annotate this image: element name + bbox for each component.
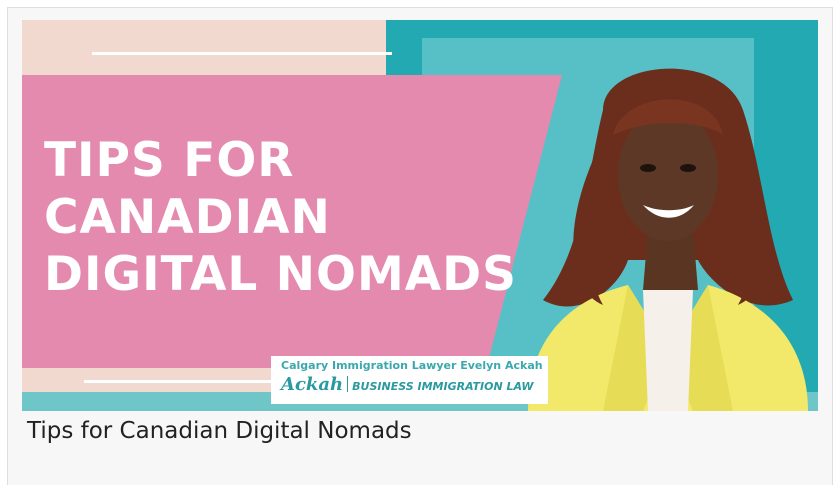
video-title[interactable]: Tips for Canadian Digital Nomads [27, 418, 412, 444]
badge-tagline: BUSINESS IMMIGRATION LAW [352, 380, 534, 393]
headline-line: TIPS FOR [44, 133, 295, 188]
ackah-logo: Ackah [281, 374, 344, 395]
badge-divider [347, 376, 349, 392]
badge-title: Calgary Immigration Lawyer Evelyn Ackah [281, 359, 543, 372]
video-thumbnail[interactable]: TIPS FOR CANADIAN DIGITAL NOMADS Calgary… [22, 20, 818, 411]
frame-line [92, 52, 392, 55]
headline-line: CANADIAN [44, 190, 331, 245]
badge-brand: Ackah BUSINESS IMMIGRATION LAW [281, 374, 540, 395]
headline-line: DIGITAL NOMADS [44, 247, 517, 302]
video-card[interactable]: TIPS FOR CANADIAN DIGITAL NOMADS Calgary… [7, 7, 833, 485]
presenter-photo [528, 68, 808, 411]
frame-line [84, 380, 279, 383]
lawyer-badge: Calgary Immigration Lawyer Evelyn Ackah … [271, 356, 548, 404]
thumbnail-headline: TIPS FOR CANADIAN DIGITAL NOMADS [44, 132, 517, 303]
